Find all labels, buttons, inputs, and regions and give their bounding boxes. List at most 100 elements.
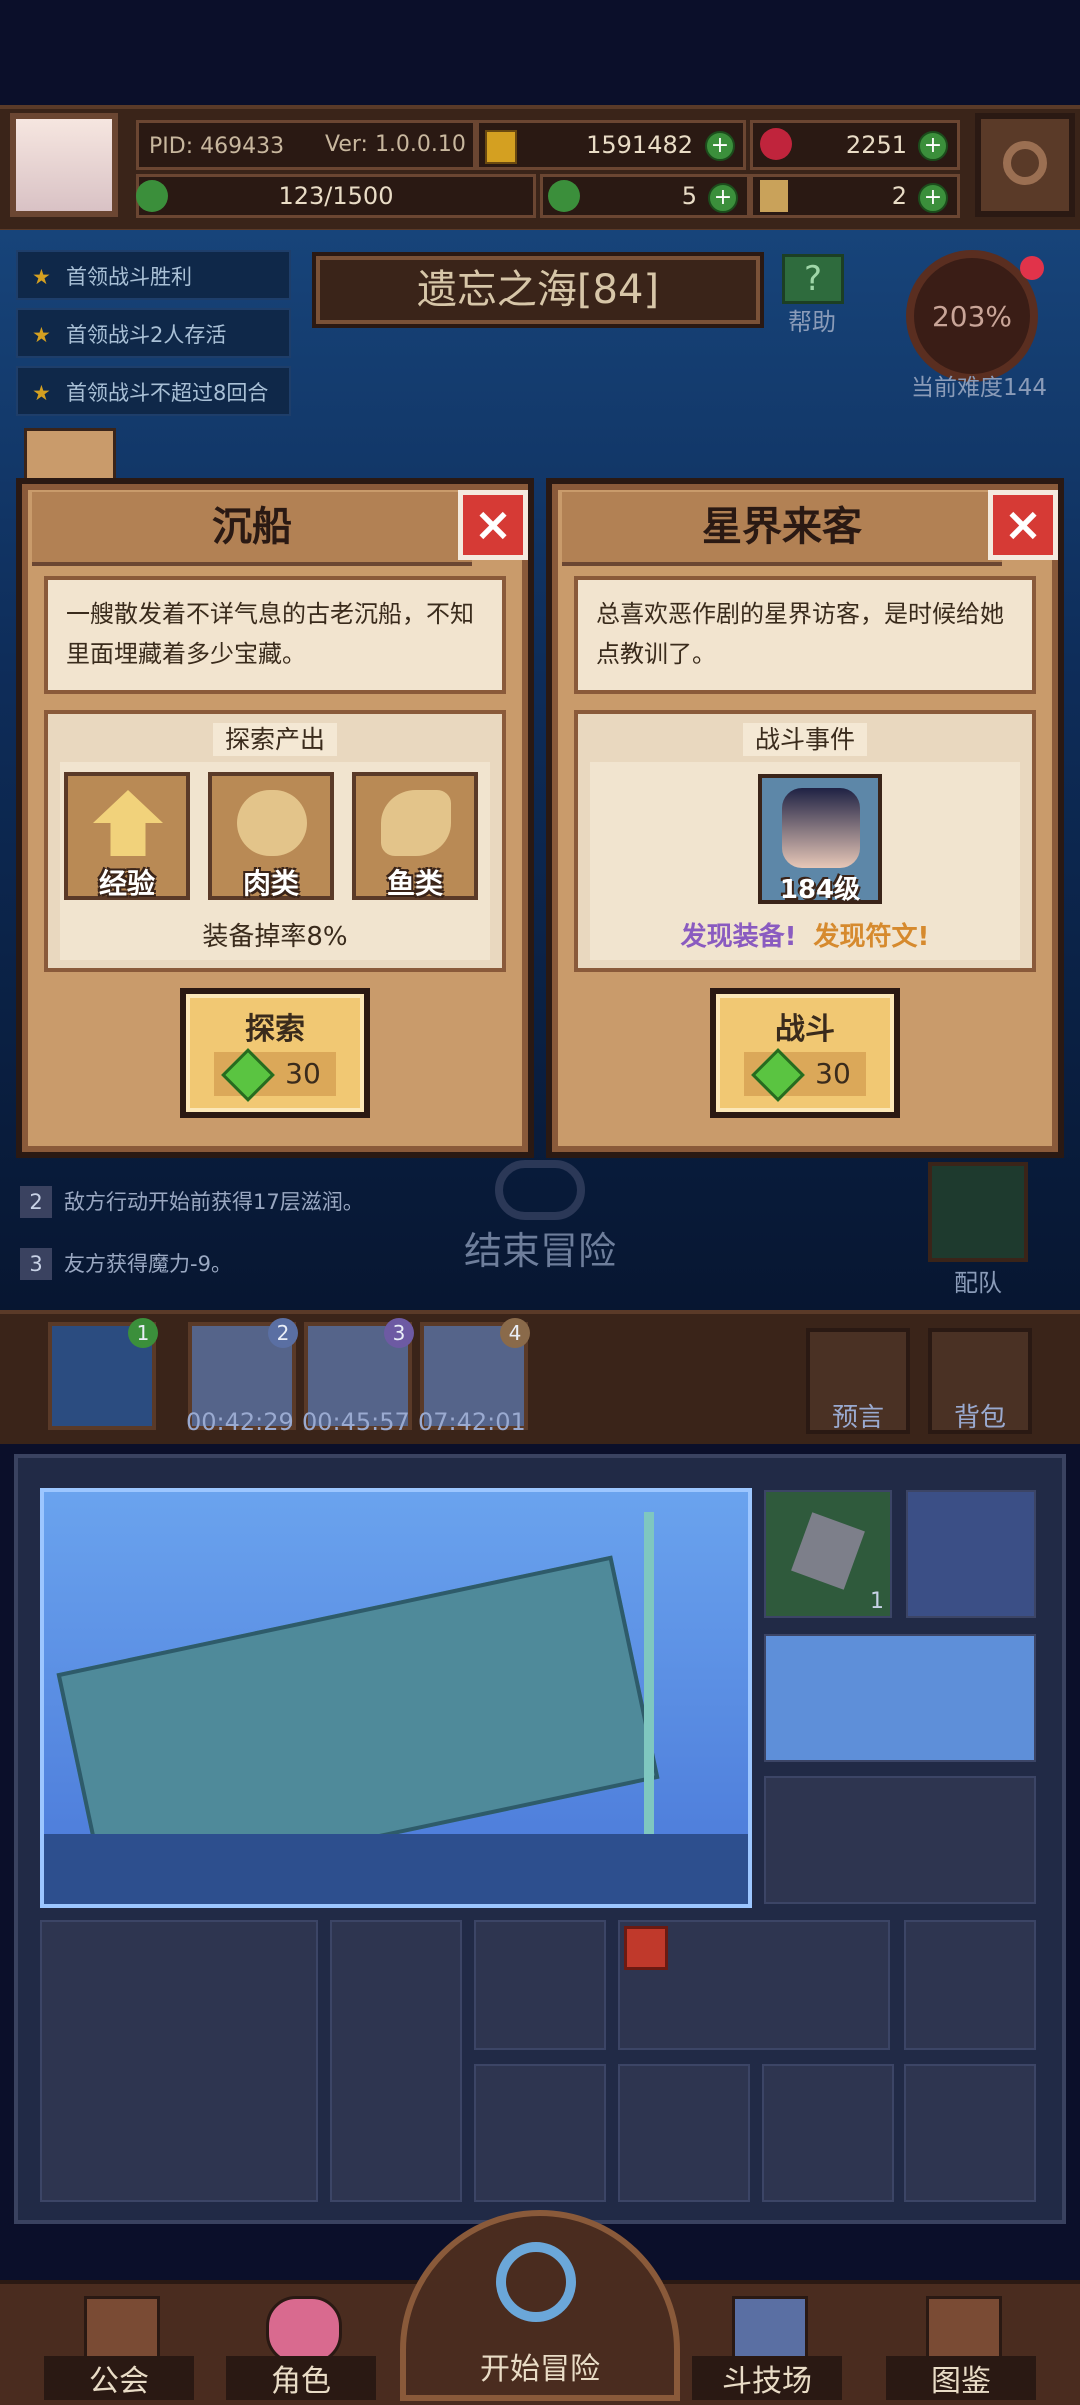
gear-icon [1003, 141, 1047, 185]
help-label: 帮助 [788, 308, 836, 336]
start-adventure-label: 开始冒险 [480, 2352, 600, 2387]
inventory-slot[interactable] [906, 1490, 1036, 1618]
keys-plus-icon[interactable]: + [918, 183, 948, 213]
battle-button[interactable]: 战斗 30 [710, 988, 900, 1118]
mast-icon [644, 1512, 654, 1842]
nav-codex[interactable]: 图鉴 [886, 2296, 1036, 2400]
end-adventure-button[interactable]: 结束冒险 [455, 1160, 625, 1280]
bag-label: 背包 [953, 1403, 1006, 1433]
bag-button[interactable]: 背包 [928, 1328, 1032, 1434]
rewards-area: 经验 肉类 鱼类 装备掉率8% [60, 762, 490, 960]
nav-arena[interactable]: 斗技场 [692, 2296, 842, 2400]
gold-plus-icon[interactable]: + [705, 131, 735, 161]
crossed-swords-icon [732, 2296, 808, 2364]
prophecy-label: 预言 [831, 1403, 884, 1433]
enemy-area: 184级 发现装备! 发现符文! [590, 762, 1020, 960]
green-gem-icon [221, 1048, 276, 1102]
stamina-bar: 123/1500 [136, 174, 536, 218]
slot-timer: 00:42:29 [186, 1408, 294, 1436]
gems-plus-icon[interactable]: + [918, 131, 948, 161]
nav-label: 角色 [226, 2356, 376, 2400]
map-slot[interactable]: 1 [48, 1318, 158, 1430]
star-icon: ★ [32, 323, 51, 347]
section-label: 探索产出 [212, 723, 337, 756]
panel-title: 沉船 [212, 504, 292, 550]
event-description: 总喜欢恶作剧的星界访客，是时候给她点教训了。 [574, 576, 1036, 694]
cycle-arrows-icon [495, 1160, 585, 1220]
locked-cell[interactable] [904, 2064, 1036, 2202]
reward-tile[interactable]: 鱼类 [352, 772, 478, 900]
locked-cell[interactable] [40, 1920, 318, 2202]
alert-dot-icon [1020, 256, 1044, 280]
battle-event-section: 战斗事件 184级 发现装备! 发现符文! [574, 710, 1036, 972]
nav-character[interactable]: 角色 [226, 2296, 376, 2400]
panel-title: 星界来客 [702, 504, 862, 550]
stage-strip [0, 1310, 1080, 1444]
stage-title: 遗忘之海[84] [312, 252, 764, 328]
nav-label: 图鉴 [886, 2356, 1036, 2400]
prophecy-button[interactable]: 预言 [806, 1328, 910, 1434]
help-icon: ? [782, 254, 844, 304]
close-button[interactable]: × [988, 490, 1058, 560]
slot-timer: 07:42:01 [418, 1408, 526, 1436]
locked-cell[interactable] [474, 2064, 606, 2202]
player-avatar[interactable] [10, 113, 118, 217]
stamina-icon [136, 180, 168, 212]
reward-tile[interactable]: 肉类 [208, 772, 334, 900]
treasure-map-icon[interactable] [24, 428, 116, 484]
key-icon [760, 180, 788, 212]
reward-tile[interactable]: 经验 [64, 772, 190, 900]
clover-icon [548, 180, 580, 212]
star-icon: ★ [32, 265, 51, 289]
meat-icon [237, 790, 307, 856]
gems-value: 2251 [845, 131, 907, 159]
quest-item: ★ 首领战斗2人存活 [16, 308, 291, 358]
event-panel-astral-visitor: 星界来客 × 总喜欢恶作剧的星界访客，是时候给她点教训了。 战斗事件 184级 … [546, 478, 1064, 1158]
difficulty-gauge[interactable]: 203% [906, 250, 1038, 382]
locked-cell[interactable] [904, 1920, 1036, 2050]
version-text: Ver: 1.0.0.10 [325, 132, 466, 157]
cost-value: 30 [285, 1057, 321, 1090]
item-count: 1 [870, 1589, 884, 1614]
locked-cell[interactable] [618, 2064, 750, 2202]
crab-scene-cell[interactable] [764, 1634, 1036, 1762]
log-line: 2 敌方行动开始前获得17层滋润。 [20, 1186, 364, 1218]
reward-label: 肉类 [242, 867, 299, 900]
section-label: 战斗事件 [742, 723, 867, 756]
fish-icon [381, 790, 451, 856]
help-button[interactable]: ? 帮助 [776, 254, 848, 336]
locked-cell[interactable] [762, 2064, 894, 2202]
explore-label: 探索 [245, 1012, 305, 1047]
locked-cell[interactable] [764, 1776, 1036, 1904]
cost-display: 30 [744, 1048, 866, 1102]
reward-label: 鱼类 [386, 867, 443, 900]
locked-cell[interactable] [474, 1920, 606, 2050]
explore-button[interactable]: 探索 30 [180, 988, 370, 1118]
drop-rate: 装备掉率8% [202, 922, 348, 952]
clover-plus-icon[interactable]: + [708, 183, 738, 213]
find-rune: 发现符文! [813, 922, 930, 952]
event-description: 一艘散发着不详气息的古老沉船，不知里面埋藏着多少宝藏。 [44, 576, 506, 694]
clover-value: 5 [681, 182, 697, 210]
close-icon: × [473, 497, 513, 551]
nav-guild[interactable]: 公会 [44, 2296, 194, 2400]
difficulty-percent: 203% [931, 300, 1013, 333]
explore-output-section: 探索产出 经验 肉类 鱼类 装备掉率8% [44, 710, 506, 972]
seabed [44, 1834, 748, 1904]
keys-value: 2 [891, 182, 907, 210]
cost-display: 30 [214, 1048, 336, 1102]
settings-button[interactable] [975, 113, 1075, 217]
shipwreck-scene[interactable] [40, 1488, 752, 1908]
team-button[interactable]: 配队 [928, 1162, 1028, 1297]
start-adventure-button[interactable]: 开始冒险 [400, 2210, 680, 2401]
ore-icon [791, 1512, 865, 1590]
close-button[interactable]: × [458, 490, 528, 560]
battle-label: 战斗 [775, 1012, 835, 1047]
quest-item: ★ 首领战斗不超过8回合 [16, 366, 291, 416]
enemy-portrait[interactable]: 184级 [758, 774, 882, 905]
enemy-face-icon [782, 788, 860, 868]
end-adventure-label: 结束冒险 [463, 1229, 616, 1273]
inventory-slot[interactable]: 1 [764, 1490, 892, 1618]
battle-rewards: 发现装备! 发现符文! [590, 916, 1020, 953]
locked-cell[interactable] [330, 1920, 462, 2202]
